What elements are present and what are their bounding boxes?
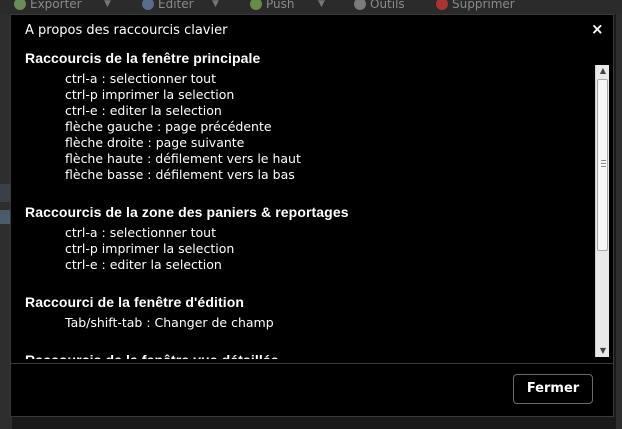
background-right-panel — [616, 14, 622, 429]
section-title: Raccourci de la fenêtre d'édition — [25, 294, 245, 310]
exporter-icon — [14, 0, 26, 10]
editer-icon — [142, 0, 154, 10]
chevron-down-icon[interactable]: ▼ — [318, 0, 325, 9]
scroll-up-arrow-icon[interactable]: ▲ — [596, 65, 610, 77]
shortcut-list: ctrl-a : selectionner tout ctrl-p imprim… — [65, 71, 599, 183]
section-title: Raccourcis de la fenêtre principale — [25, 50, 261, 66]
section-detail-view: Raccourcis de la fenêtre vue détaillée — [25, 351, 599, 359]
gear-icon — [354, 0, 366, 10]
close-button[interactable]: Fermer — [513, 374, 593, 404]
shortcut-item: ctrl-e : editer la selection — [65, 257, 222, 272]
toolbar-exporter[interactable]: Exporter — [14, 0, 82, 11]
toolbar-exporter-label: Exporter — [30, 0, 82, 11]
shortcut-item: ctrl-p imprimer la selection — [65, 241, 235, 256]
toolbar-editer[interactable]: Editer — [142, 0, 194, 11]
section-title: Raccourcis de la fenêtre vue détaillée — [25, 351, 599, 359]
section-title: Raccourcis de la zone des paniers & repo… — [25, 204, 349, 220]
keyboard-shortcuts-dialog: A propos des raccourcis clavier × Raccou… — [10, 14, 614, 417]
chevron-down-icon[interactable]: ▼ — [104, 0, 111, 9]
toolbar-supprimer-label: Supprimer — [452, 0, 515, 11]
scrollbar-thumb[interactable] — [597, 79, 608, 251]
shortcut-item: ctrl-a : selectionner tout — [65, 71, 216, 86]
section-baskets: Raccourcis de la zone des paniers & repo… — [25, 203, 599, 273]
section-main-window: Raccourcis de la fenêtre principale ctrl… — [25, 49, 599, 183]
toolbar-outils[interactable]: Outils — [354, 0, 405, 11]
dialog-title: A propos des raccourcis clavier — [25, 23, 228, 38]
shortcut-item: flèche basse : défilement vers la bas — [65, 167, 295, 182]
push-icon — [250, 0, 262, 10]
shortcut-item: flèche droite : page suivante — [65, 135, 245, 150]
footer-divider — [11, 363, 613, 364]
shortcut-item: flèche gauche : page précédente — [65, 119, 272, 134]
shortcut-item: ctrl-p imprimer la selection — [65, 87, 235, 102]
shortcut-item: Tab/shift-tab : Changer de champ — [65, 315, 274, 330]
background-toolbar: Exporter ▼ Editer ▼ Push ▼ Outils Suppri… — [0, 0, 622, 14]
delete-icon — [436, 0, 448, 10]
toolbar-supprimer[interactable]: Supprimer — [436, 0, 515, 11]
shortcut-item: ctrl-e : editer la selection — [65, 103, 222, 118]
grip-icon — [601, 160, 606, 167]
chevron-down-icon[interactable]: ▼ — [212, 0, 219, 9]
toolbar-push-label: Push — [266, 0, 295, 11]
toolbar-push[interactable]: Push — [250, 0, 295, 11]
scroll-down-arrow-icon[interactable]: ▼ — [596, 345, 610, 357]
shortcut-item: flèche haute : défilement vers le haut — [65, 151, 301, 166]
shortcut-list: Tab/shift-tab : Changer de champ — [65, 315, 599, 331]
toolbar-outils-label: Outils — [370, 0, 405, 11]
dialog-content[interactable]: Raccourcis de la fenêtre principale ctrl… — [15, 49, 599, 359]
section-edit-window: Raccourci de la fenêtre d'édition Tab/sh… — [25, 293, 599, 331]
vertical-scrollbar[interactable]: ▲ ▼ — [595, 65, 609, 357]
shortcut-list: ctrl-a : selectionner tout ctrl-p imprim… — [65, 225, 599, 273]
shortcut-item: ctrl-a : selectionner tout — [65, 225, 216, 240]
toolbar-editer-label: Editer — [158, 0, 194, 11]
close-icon[interactable]: × — [591, 21, 604, 37]
